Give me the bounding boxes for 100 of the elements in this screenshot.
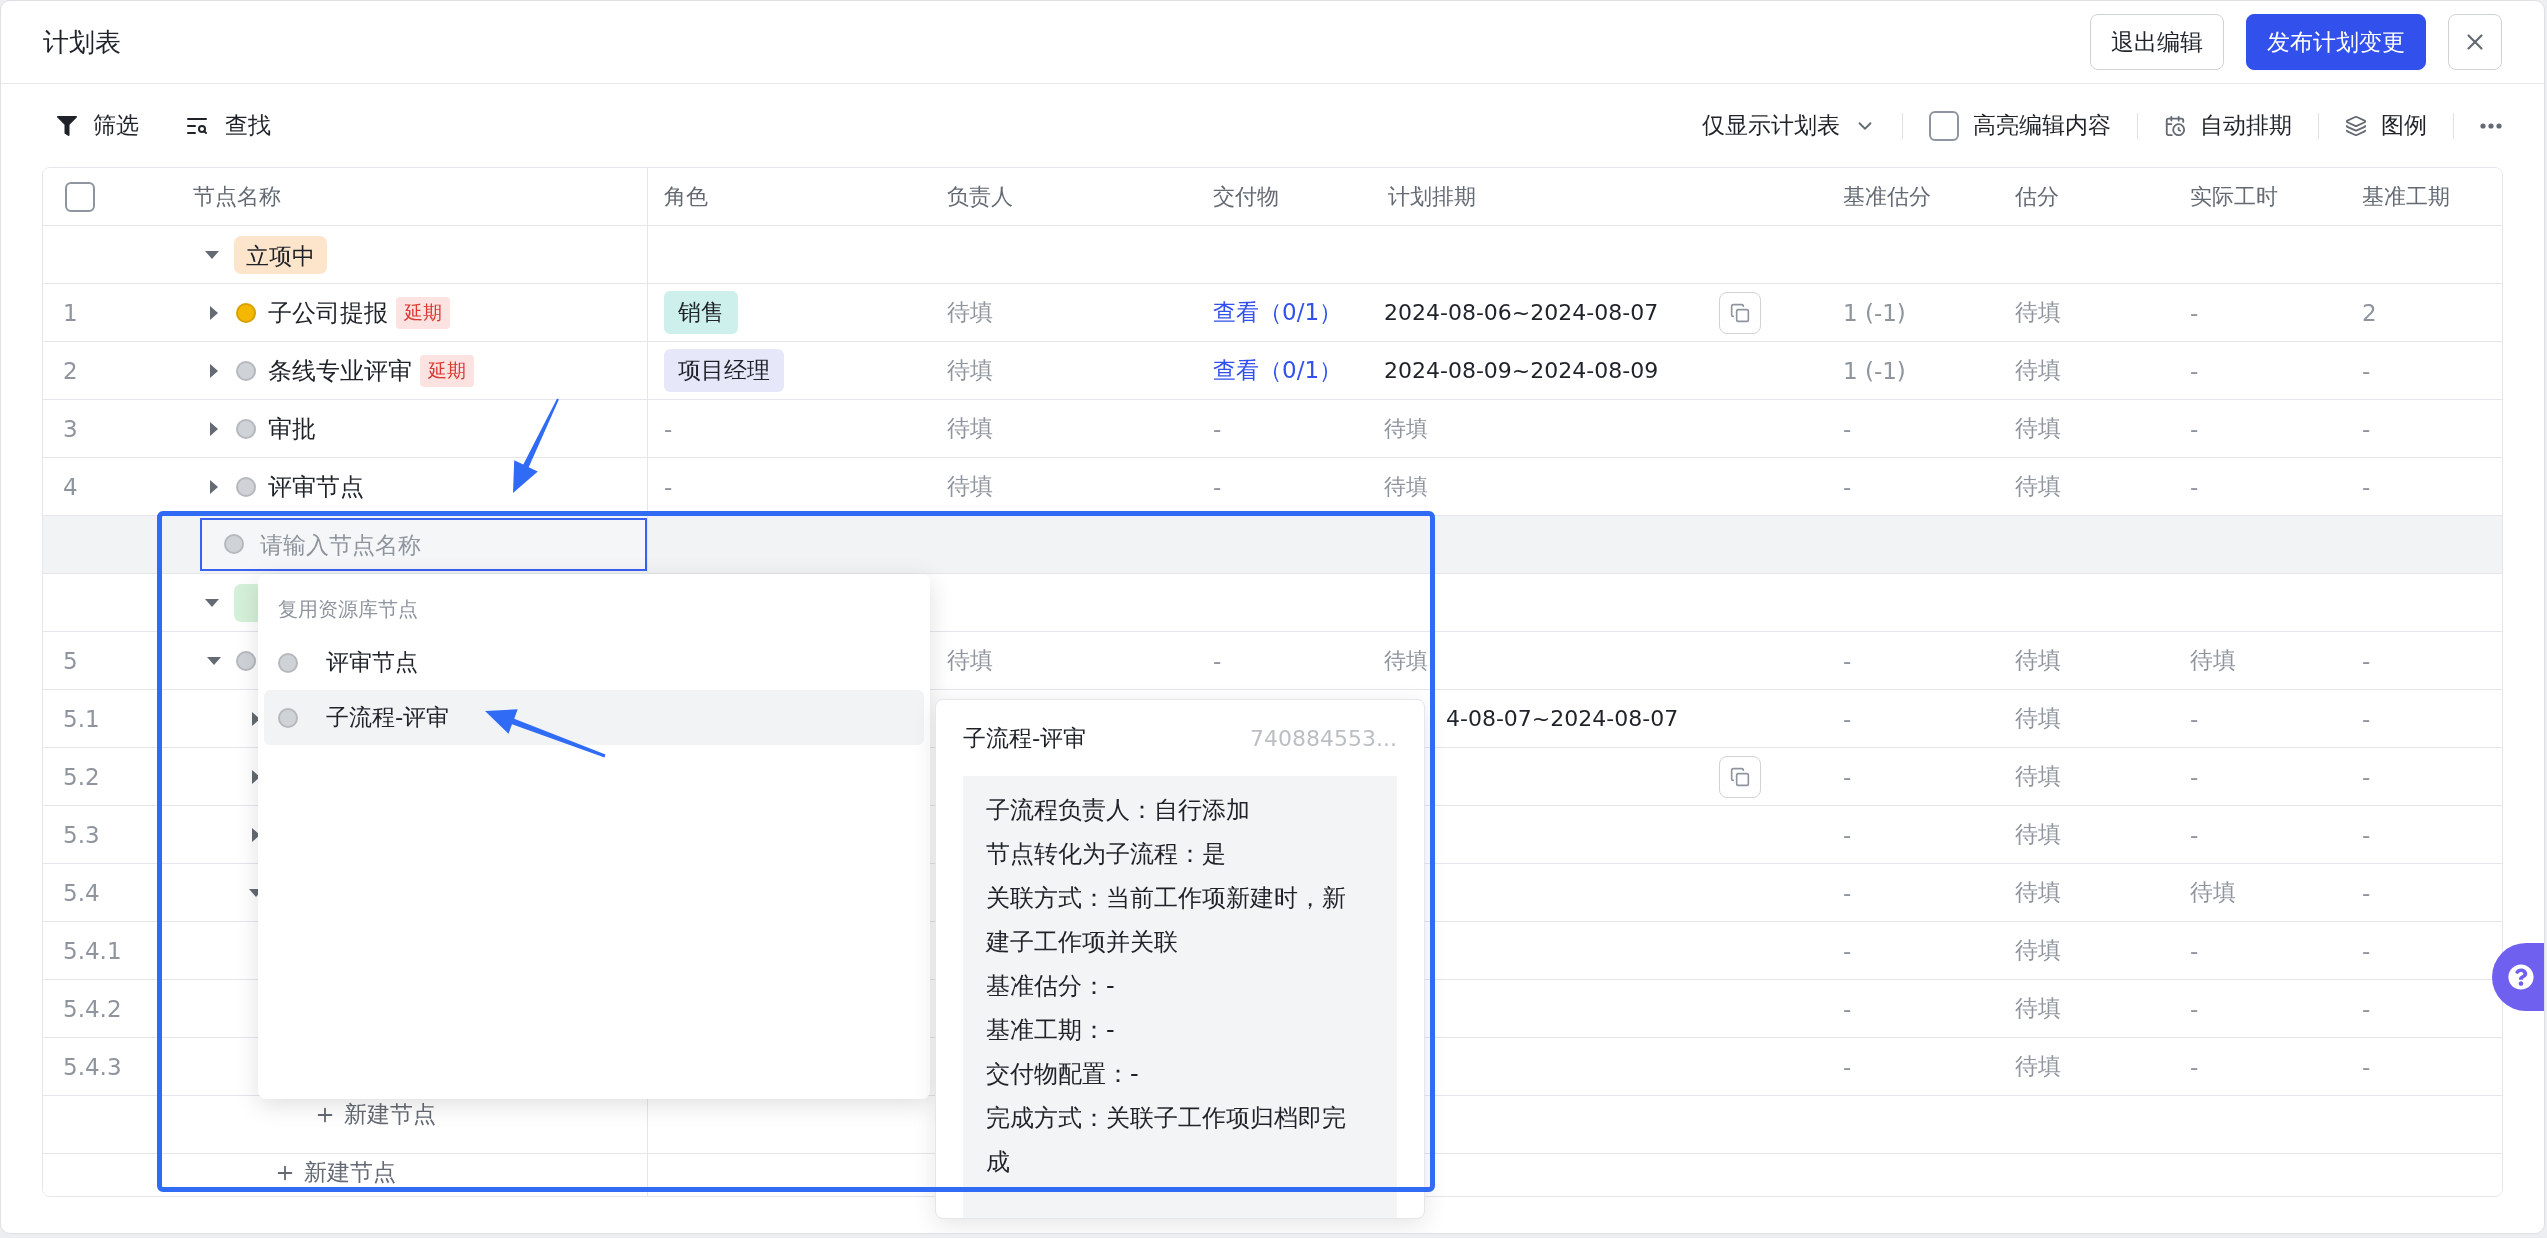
table-cell-text: 待填 (2015, 704, 2061, 733)
checkbox[interactable] (1929, 110, 1959, 141)
add-node-button[interactable]: 新建节点 (274, 1157, 396, 1188)
table-cell: - (1843, 879, 1852, 906)
table-cell-text: 待填 (2015, 298, 2061, 327)
more-button[interactable] (2480, 122, 2502, 129)
auto-schedule-button[interactable]: 自动排期 (2164, 110, 2292, 141)
highlight-toggle[interactable]: 高亮编辑内容 (1929, 110, 2111, 141)
table-cell-text: 待填 (947, 298, 993, 327)
delay-badge: 延期 (396, 296, 450, 329)
table-cell: 5.1 (63, 705, 100, 732)
table-cell-text: 待填 (2015, 472, 2061, 501)
table-cell: - (1843, 821, 1852, 848)
column-header: 基准估分 (1843, 182, 1931, 211)
caret-down-icon[interactable] (204, 597, 220, 608)
table-cell-text: 待填 (947, 472, 993, 501)
table-cell: - (1213, 415, 1222, 442)
caret-right-icon[interactable] (209, 420, 219, 437)
column-header: 实际工时 (2190, 182, 2278, 211)
exit-edit-button[interactable]: 退出编辑 (2090, 14, 2224, 70)
copy-button[interactable] (1719, 755, 1761, 798)
table-cell: - (1843, 705, 1852, 732)
table-cell: - (2190, 821, 2199, 848)
copy-button[interactable] (1719, 291, 1761, 334)
table-cell-text: 待填 (2015, 820, 2061, 849)
search-button[interactable]: 查找 (185, 110, 271, 141)
menu-item[interactable]: 评审节点 (264, 635, 924, 690)
table-cell: - (2190, 995, 2199, 1022)
detail-line: 关联方式：当前工作项新建时，新建子工作项并关联 (986, 883, 1347, 958)
table-cell: - (2362, 995, 2371, 1022)
table-cell: - (2190, 763, 2199, 790)
input-field[interactable]: 请输入节点名称 (200, 518, 647, 571)
deliverable-link[interactable]: 查看（0/1） (1213, 355, 1342, 386)
table-cell: 1 (-1) (1843, 357, 1906, 384)
detail-line: 节点转化为子流程：是 (986, 839, 1227, 870)
caret-right-icon[interactable] (251, 710, 261, 727)
table-cell-text: 待填 (1384, 472, 1428, 501)
table-cell: - (1213, 473, 1222, 500)
node-name: 条线专业评审 (268, 355, 412, 387)
caret-down-icon[interactable] (204, 249, 220, 260)
table-cell-text: 待填 (2015, 994, 2061, 1023)
checkbox-label: 高亮编辑内容 (1973, 111, 2111, 140)
menu-item[interactable]: 子流程-评审 (264, 690, 924, 745)
more-icon (2480, 122, 2502, 129)
help-icon (2508, 964, 2534, 990)
table-cell-text: 待填 (947, 414, 993, 443)
table-cell-text: 待填 (2015, 936, 2061, 965)
caret-right-icon[interactable] (209, 478, 219, 495)
publish-button[interactable]: 发布计划变更 (2246, 14, 2426, 70)
table-cell: - (1843, 995, 1852, 1022)
group-tag: 立项中 (234, 235, 327, 274)
select-all-checkbox[interactable] (65, 181, 95, 212)
table-cell: 3 (63, 415, 78, 442)
table-cell: 2 (63, 357, 78, 384)
table-cell-text: 待填 (1384, 646, 1428, 675)
detail-line: 交付物配置：- (986, 1059, 1140, 1090)
table-cell: - (2362, 647, 2371, 674)
copy-icon (1730, 302, 1750, 323)
detail-line: 子流程负责人：自行添加 (986, 795, 1251, 826)
deliverable-link[interactable]: 查看（0/1） (1213, 297, 1342, 328)
column-header: 角色 (664, 182, 708, 211)
table-cell: - (2190, 473, 2199, 500)
filter-button[interactable]: 筛选 (57, 110, 139, 141)
table-cell: 2024-08-09~2024-08-09 (1384, 358, 1659, 383)
close-button[interactable] (2448, 14, 2502, 70)
table-cell-text: 待填 (947, 646, 993, 675)
view-dropdown[interactable]: 仅显示计划表 (1702, 110, 1876, 141)
table-cell: - (2362, 879, 2371, 906)
table-cell: - (2190, 937, 2199, 964)
table-cell: - (664, 415, 673, 442)
role-tag: 销售 (664, 291, 738, 334)
calendar-clock-icon (2164, 114, 2186, 137)
add-node-button[interactable]: 新建节点 (314, 1099, 436, 1130)
caret-down-icon[interactable] (206, 655, 222, 666)
table-cell-text: 待填 (2015, 356, 2061, 385)
table-cell-text: 待填 (947, 356, 993, 385)
table-cell: 5.4.3 (63, 1053, 122, 1080)
table-cell: 2024-08-06~2024-08-07 (1384, 300, 1659, 325)
table-cell-text: 待填 (2015, 762, 2061, 791)
caret-right-icon[interactable] (209, 362, 219, 379)
caret-right-icon[interactable] (251, 768, 261, 785)
caret-right-icon[interactable] (209, 304, 219, 321)
table-cell: 2 (2362, 299, 2377, 326)
table-cell: 5 (63, 647, 78, 674)
table-cell: 4 (63, 473, 78, 500)
table-cell: - (2190, 415, 2199, 442)
caret-right-icon[interactable] (251, 826, 261, 843)
legend-button[interactable]: 图例 (2345, 110, 2427, 141)
table-cell: 1 (-1) (1843, 299, 1906, 326)
detail-line: 基准估分：- (986, 971, 1116, 1002)
column-header: 基准工期 (2362, 182, 2450, 211)
node-name: 审批 (268, 413, 316, 445)
column-header: 计划排期 (1388, 182, 1476, 211)
table-cell: 5.3 (63, 821, 100, 848)
column-header: 节点名称 (193, 182, 281, 211)
table-cell: 5.4 (63, 879, 100, 906)
menu-header: 复用资源库节点 (277, 596, 419, 623)
column-header: 交付物 (1213, 182, 1279, 211)
table-cell: - (2190, 1053, 2199, 1080)
table-cell: - (2190, 299, 2199, 326)
